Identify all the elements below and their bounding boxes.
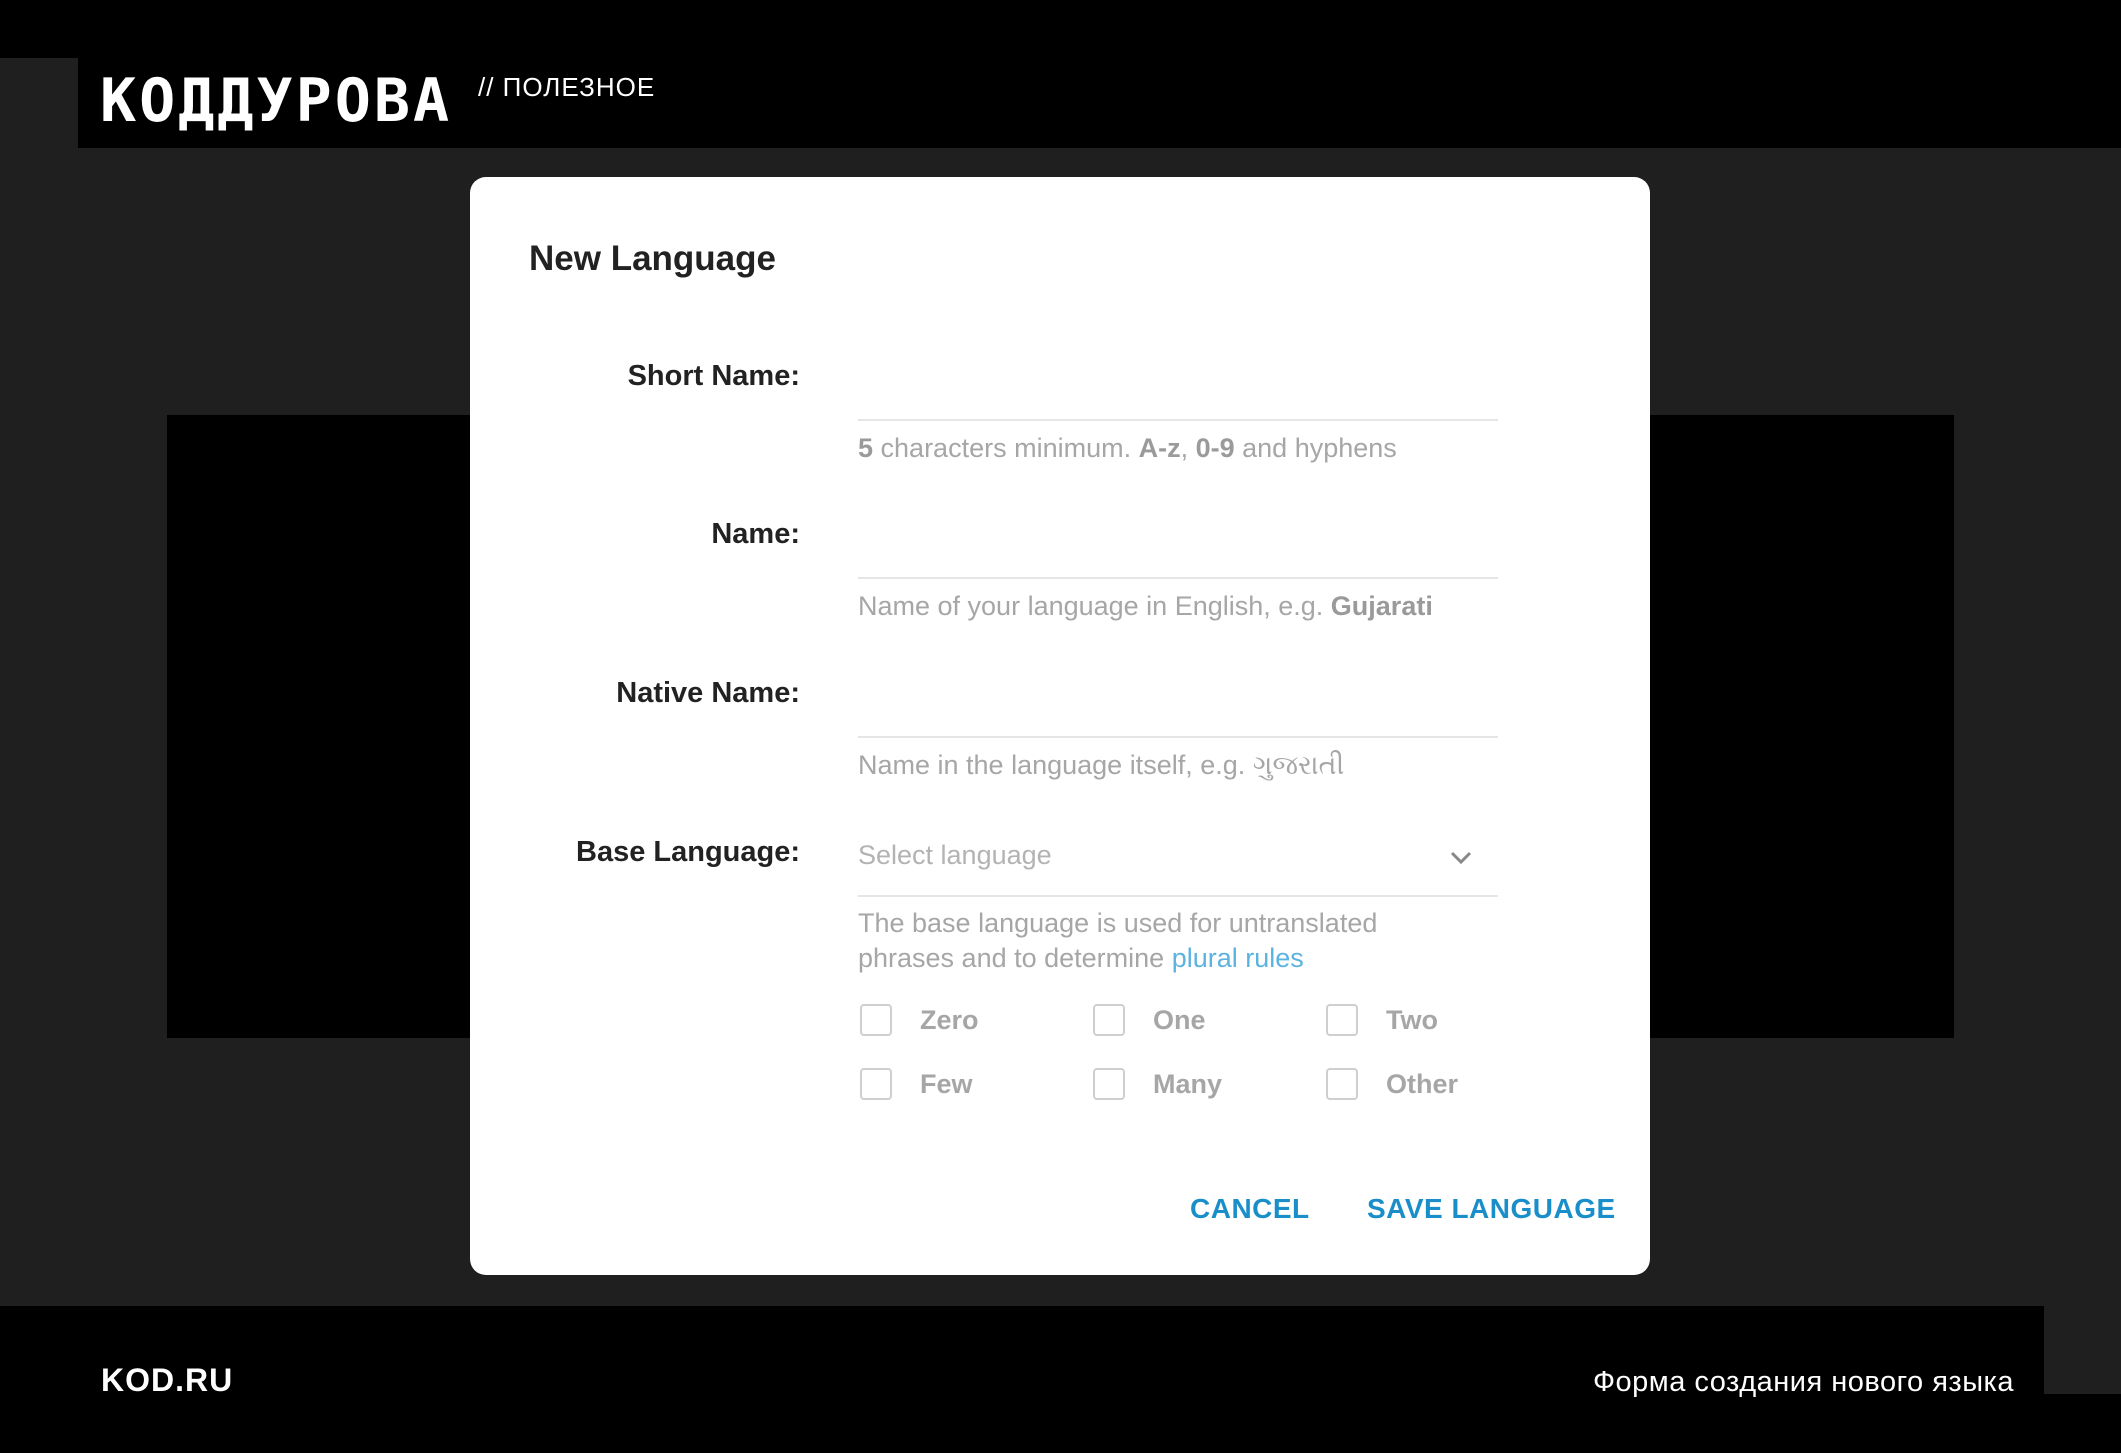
checkbox-many[interactable]: Many bbox=[1093, 1068, 1222, 1100]
checkbox-box[interactable] bbox=[1326, 1068, 1358, 1100]
brand-section-label: // ПОЛЕЗНОЕ bbox=[478, 72, 656, 102]
backdrop-top-strip bbox=[533, 58, 2121, 148]
native-name-hint: Name in the language itself, e.g. ગુજરાત… bbox=[858, 750, 1345, 780]
name-input[interactable] bbox=[858, 577, 1498, 579]
cancel-button[interactable]: CANCEL bbox=[1190, 1193, 1310, 1225]
base-language-underline bbox=[858, 895, 1498, 897]
checkbox-zero[interactable]: Zero bbox=[860, 1004, 979, 1036]
base-language-label: Base Language: bbox=[576, 836, 800, 868]
checkbox-box[interactable] bbox=[860, 1004, 892, 1036]
base-language-hint: The base language is used for untranslat… bbox=[858, 908, 1378, 973]
checkbox-one[interactable]: One bbox=[1093, 1004, 1206, 1036]
short-name-hint: 5 characters minimum. A-z, 0-9 and hyphe… bbox=[858, 433, 1397, 463]
backdrop-tab bbox=[1422, 148, 2121, 178]
checkbox-other[interactable]: Other bbox=[1326, 1068, 1458, 1100]
checkbox-label: Two bbox=[1386, 1004, 1438, 1035]
checkbox-box[interactable] bbox=[1326, 1004, 1358, 1036]
backdrop-tab bbox=[700, 1275, 977, 1306]
name-label: Name: bbox=[711, 518, 800, 550]
checkbox-label: One bbox=[1153, 1004, 1206, 1035]
checkbox-box[interactable] bbox=[1093, 1004, 1125, 1036]
checkbox-box[interactable] bbox=[860, 1068, 892, 1100]
native-name-input[interactable] bbox=[858, 736, 1498, 738]
base-language-placeholder: Select language bbox=[858, 840, 1052, 870]
dialog-title: New Language bbox=[529, 239, 776, 278]
backdrop-tab bbox=[612, 148, 879, 178]
brand-logo: КОДДУРОВА bbox=[100, 66, 453, 136]
name-hint: Name of your language in English, e.g. G… bbox=[858, 591, 1433, 621]
footer-site-name: KOD.RU bbox=[101, 1362, 234, 1398]
checkbox-two[interactable]: Two bbox=[1326, 1004, 1438, 1036]
new-language-dialog: New Language Short Name: 5 characters mi… bbox=[470, 177, 1650, 1275]
checkbox-label: Few bbox=[920, 1068, 973, 1099]
checkbox-label: Many bbox=[1153, 1068, 1223, 1099]
native-name-label: Native Name: bbox=[616, 677, 800, 709]
backdrop-tab bbox=[1243, 1275, 1510, 1306]
backdrop-tab bbox=[880, 148, 1146, 178]
plural-rules-link[interactable]: plural rules bbox=[1172, 943, 1304, 973]
checkbox-label: Other bbox=[1386, 1068, 1459, 1099]
checkbox-label: Zero bbox=[920, 1004, 979, 1035]
chevron-down-icon[interactable] bbox=[1448, 844, 1474, 870]
short-name-input[interactable] bbox=[858, 419, 1498, 421]
short-name-label: Short Name: bbox=[627, 360, 800, 392]
backdrop-tab bbox=[2044, 1306, 2121, 1394]
save-language-button[interactable]: SAVE LANGUAGE bbox=[1367, 1193, 1616, 1225]
checkbox-box[interactable] bbox=[1093, 1068, 1125, 1100]
footer-caption: Форма создания нового языка bbox=[1592, 1366, 2014, 1398]
checkbox-few[interactable]: Few bbox=[860, 1068, 973, 1100]
